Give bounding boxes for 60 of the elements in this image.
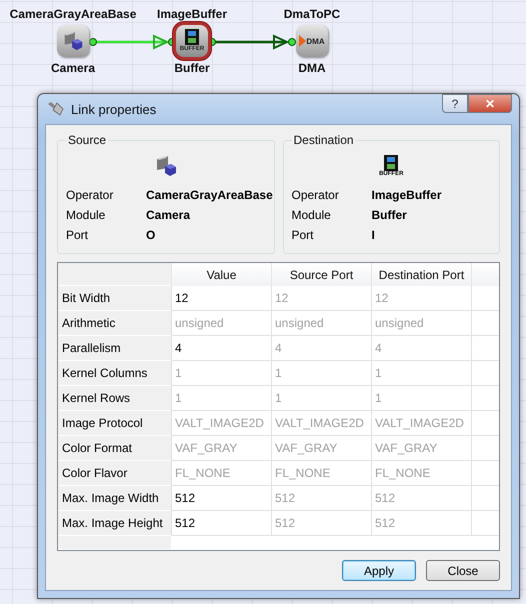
operator-label: DmaToPC xyxy=(284,7,340,21)
field-value: CameraGrayAreaBase xyxy=(146,188,273,202)
table-cell[interactable]: 4 xyxy=(171,336,271,361)
operator-label: CameraGrayAreaBase xyxy=(10,7,136,21)
field-label: Module xyxy=(292,208,332,222)
row-header: Image Protocol xyxy=(58,411,171,436)
module-label: Buffer xyxy=(174,61,210,75)
tools-icon xyxy=(47,101,65,117)
field-label: Module xyxy=(66,208,106,222)
table-cell[interactable]: 512 xyxy=(171,511,271,536)
module-label: DMA xyxy=(298,61,326,75)
field-value: I xyxy=(372,228,375,242)
empty-cell xyxy=(471,511,499,536)
camera-icon xyxy=(62,30,84,52)
row-header: Max. Image Height xyxy=(58,511,171,536)
field-value: Camera xyxy=(146,208,190,222)
row-header: Color Format xyxy=(58,436,171,461)
field-label: Port xyxy=(66,228,90,242)
empty-cell xyxy=(471,311,499,336)
table-cell[interactable]: 512 xyxy=(171,486,271,511)
operator-node[interactable]: DMA xyxy=(296,25,328,57)
empty-cell xyxy=(471,436,499,461)
row-header: Kernel Columns xyxy=(58,361,171,386)
empty-cell xyxy=(471,461,499,486)
field-value: ImageBuffer xyxy=(372,188,442,202)
close-button[interactable]: ✕ xyxy=(468,94,512,113)
field-value: O xyxy=(146,228,156,242)
empty-cell xyxy=(471,386,499,411)
empty-cell xyxy=(471,361,499,386)
column-header[interactable]: Value xyxy=(171,263,271,286)
group-title: Destination xyxy=(292,133,355,147)
operator-node[interactable] xyxy=(57,25,89,57)
row-header: Bit Width xyxy=(58,286,171,311)
field-label: Operator xyxy=(292,188,340,202)
column-header[interactable]: Source Port xyxy=(271,263,371,286)
field-value: Buffer xyxy=(372,208,407,222)
row-header: Kernel Rows xyxy=(58,386,171,411)
empty-cell xyxy=(471,486,499,511)
group-title: Source xyxy=(67,133,108,147)
table-cell[interactable]: 12 xyxy=(171,286,271,311)
column-header[interactable]: Destination Port xyxy=(371,263,471,286)
row-header: Color Flavor xyxy=(58,461,171,486)
help-button[interactable]: ? xyxy=(442,94,468,113)
dialog-button[interactable]: Apply xyxy=(342,560,416,581)
empty-cell xyxy=(471,336,499,361)
empty-cell xyxy=(471,411,499,436)
empty-cell xyxy=(471,286,499,311)
operator-label: ImageBuffer xyxy=(156,7,227,21)
field-label: Port xyxy=(292,228,315,242)
row-header: Parallelism xyxy=(58,336,171,361)
dialog-button[interactable]: Close xyxy=(426,560,500,581)
module-label: Camera xyxy=(50,61,96,75)
row-header: Arithmetic xyxy=(58,311,171,336)
field-label: Operator xyxy=(66,188,114,202)
window-title: Link properties xyxy=(71,102,156,116)
row-header: Max. Image Width xyxy=(58,486,171,511)
film-icon xyxy=(185,29,199,45)
film-icon xyxy=(384,154,398,170)
play-icon xyxy=(299,35,306,47)
icon-label: DMA xyxy=(306,36,325,46)
